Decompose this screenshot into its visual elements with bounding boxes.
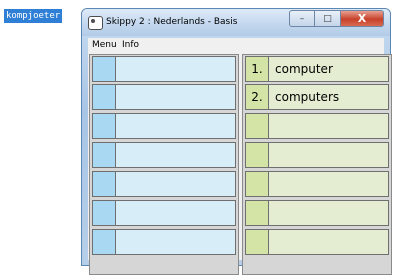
skippy-window: Skippy 2 : Nederlands - Basis – □ X Menu… (81, 8, 392, 275)
selected-text-highlight[interactable]: kompjoeter (4, 9, 63, 23)
input-row[interactable] (92, 142, 236, 168)
minimize-icon: – (299, 13, 305, 24)
suggestion-number (246, 172, 269, 196)
suggestion-number (246, 201, 269, 225)
row-marker (93, 201, 116, 225)
suggestion-number: 1. (246, 57, 269, 81)
menu-item-info[interactable]: Info (120, 38, 141, 53)
suggestion-number (246, 114, 269, 138)
suggestion-word: computers (275, 90, 340, 104)
title-bar[interactable]: Skippy 2 : Nederlands - Basis – □ X (82, 9, 390, 36)
suggestion-word (269, 201, 388, 225)
input-row[interactable] (92, 84, 236, 110)
menu-bar: Menu Info (88, 38, 384, 53)
row-marker (93, 114, 116, 138)
menu-item-menu[interactable]: Menu (90, 38, 119, 53)
input-row[interactable] (92, 229, 236, 255)
suggestion-word (269, 143, 388, 167)
suggestion-word (269, 230, 388, 254)
row-marker (93, 172, 116, 196)
input-row[interactable] (92, 200, 236, 226)
client-area: Menu Info 1. computer 2. computers (88, 38, 392, 275)
close-button[interactable]: X (341, 10, 384, 27)
input-row[interactable] (92, 56, 236, 82)
suggestion-number (246, 143, 269, 167)
close-icon: X (357, 12, 367, 25)
suggestion-number (246, 230, 269, 254)
suggestion-row[interactable] (245, 229, 389, 255)
input-row[interactable] (92, 113, 236, 139)
row-marker (93, 85, 116, 109)
input-row-text (116, 57, 235, 81)
suggestion-row[interactable] (245, 142, 389, 168)
suggestion-word (269, 172, 388, 196)
row-marker (93, 143, 116, 167)
input-row-text (116, 85, 235, 109)
input-row-text (116, 172, 235, 196)
input-row-text (116, 201, 235, 225)
input-row-text (116, 114, 235, 138)
minimize-button[interactable]: – (289, 10, 315, 27)
suggestion-word: computer (275, 62, 333, 76)
suggestion-row[interactable]: 1. computer (245, 56, 389, 82)
suggestion-number: 2. (246, 85, 269, 109)
maximize-icon: □ (323, 13, 332, 24)
app-icon (88, 16, 103, 30)
window-title: Skippy 2 : Nederlands - Basis (106, 17, 238, 27)
input-row-text (116, 230, 235, 254)
input-row[interactable] (92, 171, 236, 197)
suggestion-row[interactable] (245, 171, 389, 197)
window-controls: – □ X (289, 10, 384, 27)
input-panel (89, 54, 239, 275)
suggestion-row[interactable] (245, 200, 389, 226)
suggestion-row[interactable]: 2. computers (245, 84, 389, 110)
row-marker (93, 230, 116, 254)
row-marker (93, 57, 116, 81)
maximize-button[interactable]: □ (315, 10, 341, 27)
suggestion-row[interactable] (245, 113, 389, 139)
suggestion-panel: 1. computer 2. computers (242, 54, 392, 275)
input-row-text (116, 143, 235, 167)
suggestion-word (269, 114, 388, 138)
